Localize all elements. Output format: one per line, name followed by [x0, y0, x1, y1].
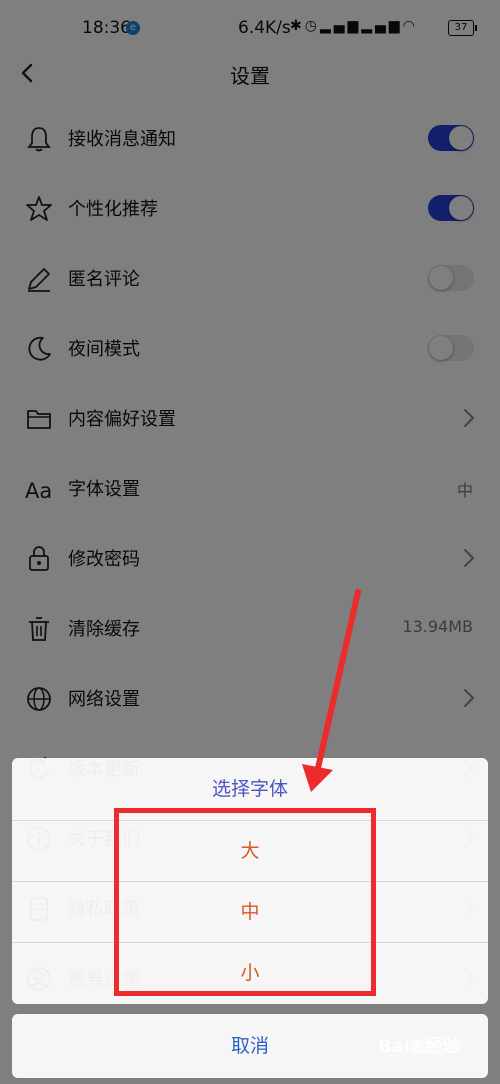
annotation-arrow [302, 589, 361, 792]
watermark-logo: Bai度经验 [378, 1036, 462, 1057]
